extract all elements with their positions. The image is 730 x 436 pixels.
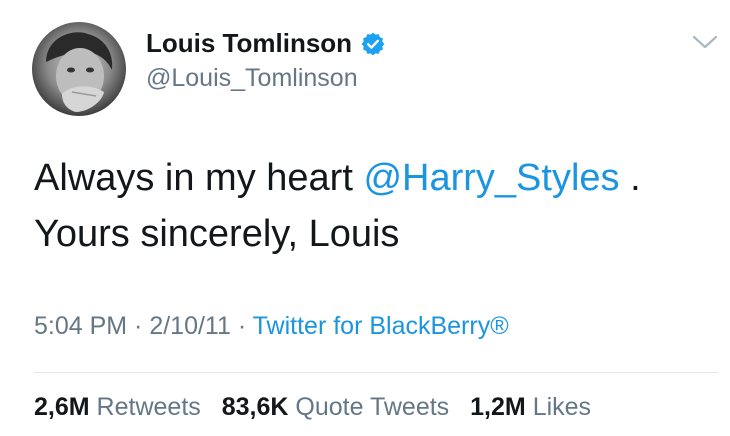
tweet-line-1: Always in my heart @Harry_Styles . xyxy=(34,150,641,206)
meta-separator: · xyxy=(127,312,150,340)
tweet-date[interactable]: 2/10/11 xyxy=(149,312,231,340)
tweet-text-punctuation: . xyxy=(619,157,641,199)
tweet-card: Louis Tomlinson @Louis_Tomlinson Always … xyxy=(0,0,730,436)
retweets-stat[interactable]: 2,6M Retweets xyxy=(34,393,201,421)
tweet-line-2: Yours sincerely, Louis xyxy=(34,213,400,255)
tweet-text: Always in my heart @Harry_Styles . Yours… xyxy=(34,150,641,262)
divider xyxy=(34,372,718,373)
likes-stat[interactable]: 1,2M Likes xyxy=(470,393,591,421)
chevron-down-icon[interactable] xyxy=(692,32,718,52)
quote-tweets-stat[interactable]: 83,6K Quote Tweets xyxy=(222,393,449,421)
author-handle[interactable]: @Louis_Tomlinson xyxy=(146,64,358,93)
tweet-source-link[interactable]: Twitter for BlackBerry® xyxy=(253,312,509,340)
quote-tweets-count: 83,6K xyxy=(221,393,289,421)
likes-count: 1,2M xyxy=(470,393,526,421)
likes-label: Likes xyxy=(532,393,592,421)
verified-badge-icon xyxy=(360,31,386,57)
tweet-meta: 5:04 PM · 2/10/11 · Twitter for BlackBer… xyxy=(34,312,509,341)
retweets-count: 2,6M xyxy=(34,393,90,421)
tweet-text-part: Always in my heart xyxy=(34,157,364,199)
meta-separator: · xyxy=(230,312,253,340)
profile-photo-icon xyxy=(32,32,113,116)
tweet-time[interactable]: 5:04 PM xyxy=(34,312,127,340)
retweets-label: Retweets xyxy=(96,393,201,421)
author-name[interactable]: Louis Tomlinson xyxy=(146,28,352,59)
mention-link[interactable]: @Harry_Styles xyxy=(363,157,619,199)
avatar[interactable] xyxy=(32,22,126,116)
tweet-stats: 2,6M Retweets 83,6K Quote Tweets 1,2M Li… xyxy=(34,393,605,422)
quote-tweets-label: Quote Tweets xyxy=(295,393,450,421)
author-name-row[interactable]: Louis Tomlinson xyxy=(146,28,386,59)
